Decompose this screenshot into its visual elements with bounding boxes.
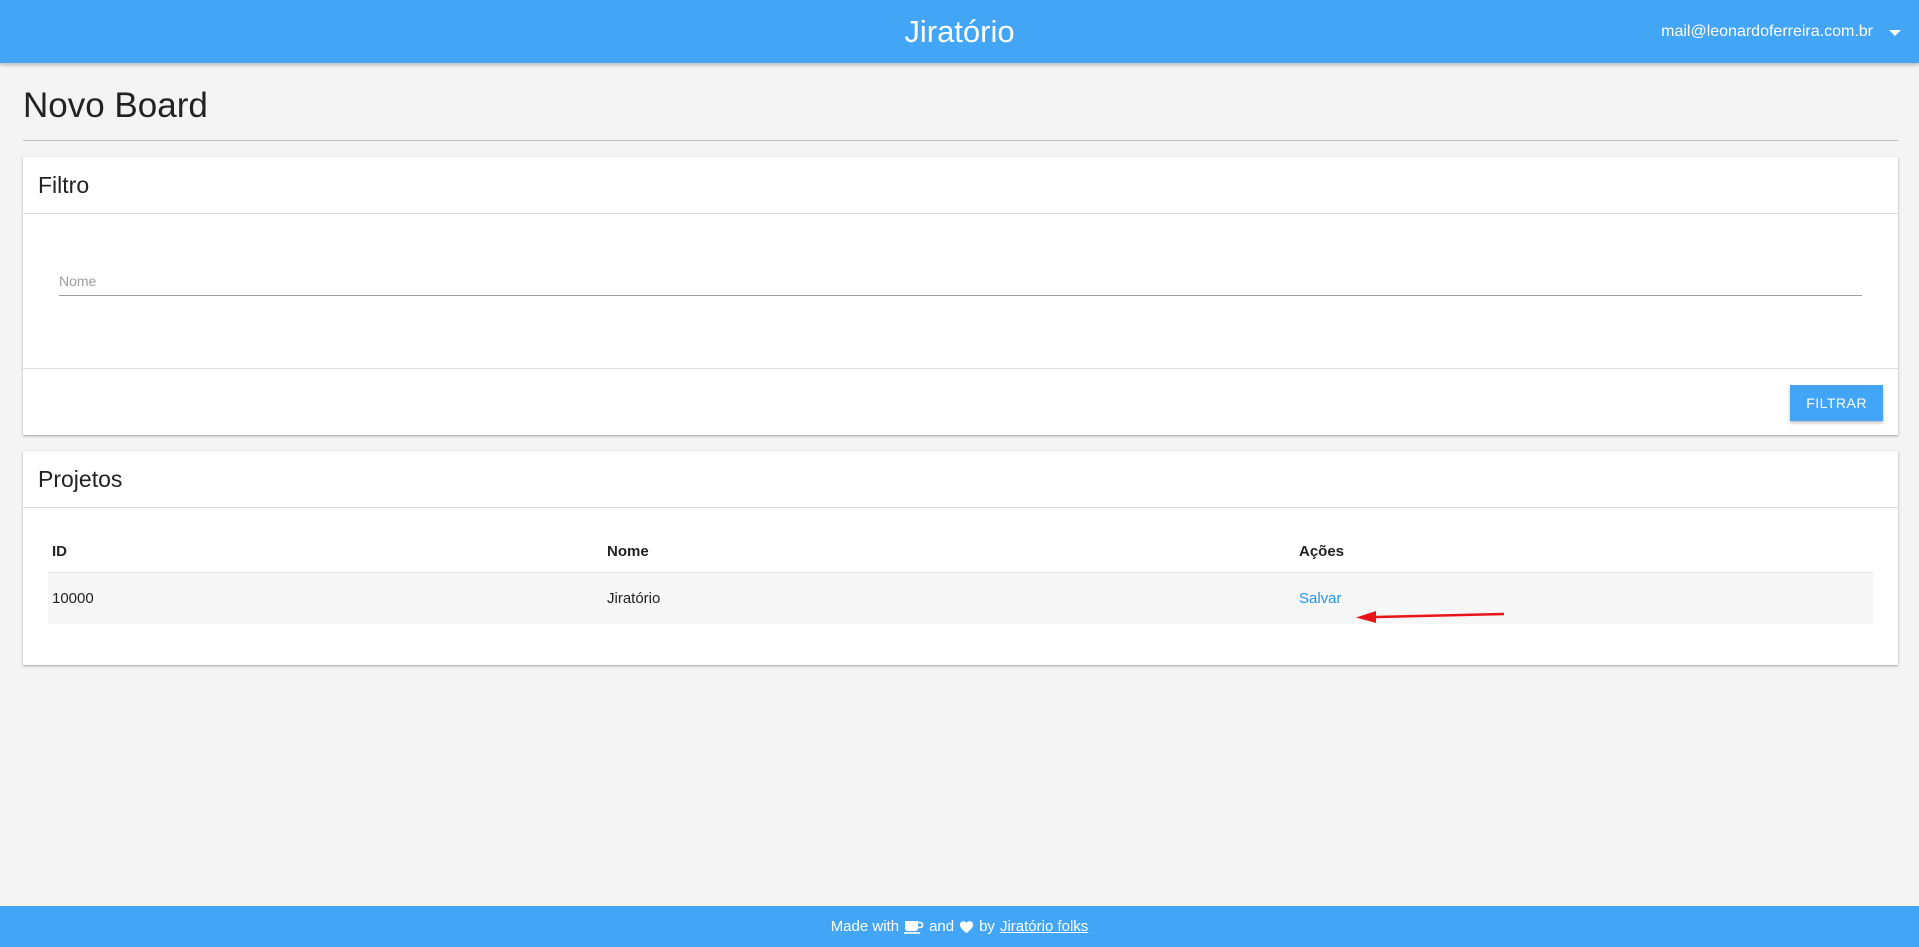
cell-nome: Jiratório bbox=[603, 572, 1295, 624]
column-header-acoes: Ações bbox=[1295, 532, 1873, 573]
column-header-id: ID bbox=[48, 532, 603, 573]
annotation-arrow-icon bbox=[1356, 611, 1505, 623]
projects-card: Projetos ID Nome Ações 10000 Jiratório S… bbox=[23, 451, 1898, 665]
arrow-head bbox=[1356, 611, 1376, 623]
table-header-row: ID Nome Ações bbox=[48, 532, 1873, 573]
app-title: Jiratório bbox=[904, 14, 1015, 49]
title-divider bbox=[23, 140, 1898, 141]
filter-card: Filtro FILTRAR bbox=[23, 157, 1898, 435]
footer: Made with and by Jiratório folks bbox=[0, 906, 1919, 947]
footer-and: and bbox=[929, 918, 955, 935]
name-input[interactable] bbox=[59, 266, 1862, 296]
user-menu[interactable]: mail@leonardoferreira.com.br bbox=[1661, 0, 1901, 63]
cell-id: 10000 bbox=[48, 572, 603, 624]
footer-made-with: Made with bbox=[830, 918, 900, 935]
caret-down-icon[interactable] bbox=[1889, 29, 1901, 36]
save-link[interactable]: Salvar bbox=[1299, 590, 1342, 607]
page-title: Novo Board bbox=[23, 86, 208, 125]
filter-card-actions: FILTRAR bbox=[23, 369, 1898, 434]
user-email: mail@leonardoferreira.com.br bbox=[1661, 22, 1873, 40]
heart-icon bbox=[960, 920, 974, 933]
projects-table: ID Nome Ações 10000 Jiratório Salvar bbox=[48, 532, 1873, 624]
footer-credits-link[interactable]: Jiratório folks bbox=[1000, 918, 1088, 935]
arrow-shaft bbox=[1375, 612, 1505, 619]
projects-card-title: Projetos bbox=[23, 451, 1898, 508]
column-header-nome: Nome bbox=[603, 532, 1295, 573]
footer-by: by bbox=[979, 918, 995, 935]
coffee-icon bbox=[904, 920, 924, 934]
filter-card-title: Filtro bbox=[23, 157, 1898, 214]
projects-table-wrapper: ID Nome Ações 10000 Jiratório Salvar bbox=[48, 532, 1873, 624]
name-field bbox=[59, 266, 1862, 296]
filter-button[interactable]: FILTRAR bbox=[1790, 385, 1883, 421]
filter-card-body bbox=[23, 214, 1898, 369]
table-row: 10000 Jiratório Salvar bbox=[48, 572, 1873, 624]
top-app-bar: Jiratório mail@leonardoferreira.com.br bbox=[0, 0, 1919, 63]
